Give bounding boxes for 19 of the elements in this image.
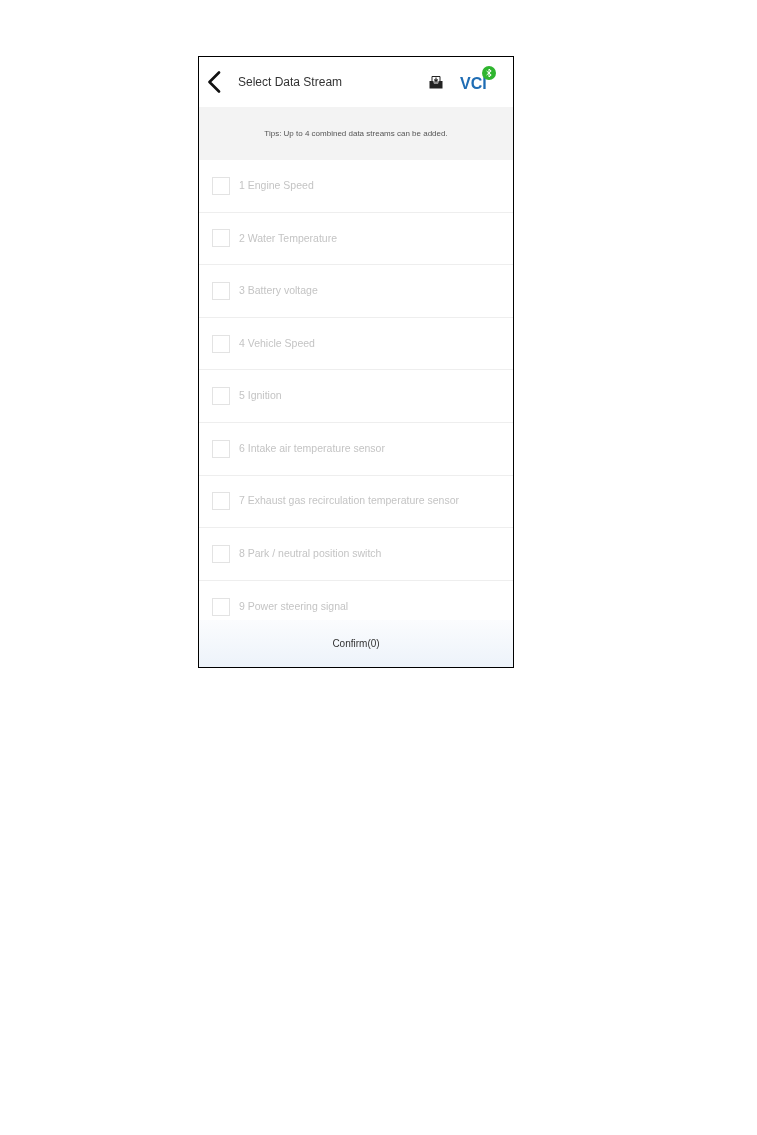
back-button[interactable] bbox=[206, 70, 222, 94]
checkbox[interactable] bbox=[212, 282, 230, 300]
page-title: Select Data Stream bbox=[238, 74, 343, 91]
confirm-button[interactable]: Confirm(0) bbox=[324, 632, 388, 655]
checkbox[interactable] bbox=[212, 492, 230, 511]
checkbox[interactable] bbox=[212, 334, 230, 353]
back-chevron-icon bbox=[207, 71, 221, 93]
checkbox[interactable] bbox=[212, 229, 230, 248]
tips-text: Tips: Up to 4 combined data streams can be added. bbox=[264, 127, 448, 140]
stream-label: 3 Battery voltage bbox=[239, 283, 318, 299]
stream-label: 2 Water Temperature bbox=[239, 230, 338, 246]
checkbox[interactable] bbox=[212, 387, 230, 406]
checkbox[interactable] bbox=[212, 597, 230, 616]
stream-label: 9 Power steering signal bbox=[239, 598, 349, 614]
tray-icon[interactable] bbox=[429, 75, 443, 89]
checkbox[interactable] bbox=[212, 176, 230, 195]
checkbox[interactable] bbox=[212, 544, 230, 563]
checkbox[interactable] bbox=[212, 439, 230, 458]
vci-logo[interactable]: VCI bbox=[460, 76, 487, 92]
